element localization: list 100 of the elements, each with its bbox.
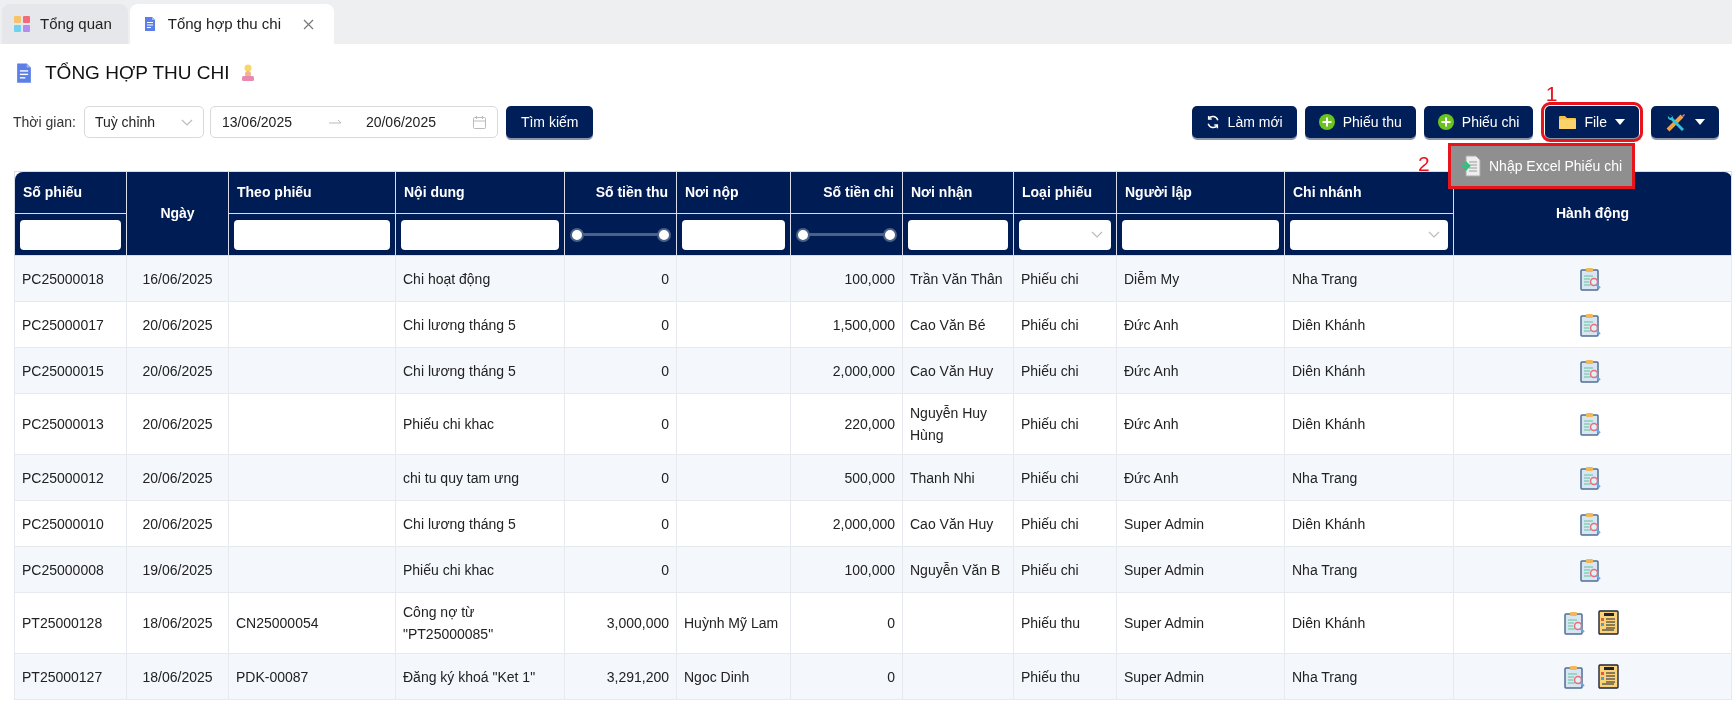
- table-cell: Cao Văn Bé: [910, 316, 986, 333]
- tab[interactable]: Tổng hợp thu chi: [129, 4, 334, 44]
- view-button[interactable]: [1578, 412, 1603, 436]
- table-cell: Diên Khánh: [1292, 316, 1366, 333]
- table-cell: PC25000013: [22, 416, 104, 432]
- tools-button[interactable]: [1651, 106, 1719, 138]
- table-cell: Đăng ký khoá "Ket 1": [403, 668, 536, 685]
- slider-thumb[interactable]: [883, 227, 897, 242]
- chevron-down-icon: [1428, 231, 1440, 238]
- column-header: Ngày: [126, 171, 229, 256]
- table-cell: Super Admin: [1124, 515, 1205, 532]
- clipboard-search-icon: [1578, 312, 1603, 337]
- table-cell: Phiếu chi khac: [403, 416, 495, 432]
- table-cell: chi tu quy tam ưng: [403, 469, 519, 486]
- table-cell: 0: [661, 416, 669, 432]
- table-cell: Diên Khánh: [1292, 515, 1366, 532]
- view-button[interactable]: [1578, 557, 1603, 582]
- date-range-field[interactable]: 13/06/2025 20/06/2025: [209, 106, 498, 138]
- table-cell: Nguyễn Văn B: [910, 561, 1001, 578]
- table-cell: Thanh Nhi: [910, 469, 975, 486]
- period-select[interactable]: Tuỳ chỉnh: [83, 106, 204, 138]
- person-bulb-icon: [239, 64, 256, 82]
- annotation-number: 1: [1545, 81, 1558, 107]
- table-cell: PC25000017: [22, 316, 104, 333]
- search-button[interactable]: Tìm kiếm: [505, 106, 594, 138]
- filter-field[interactable]: [682, 219, 785, 250]
- table-cell: 0: [887, 668, 895, 685]
- range-slider[interactable]: [570, 227, 671, 242]
- table-cell: 20/06/2025: [142, 362, 213, 379]
- table-cell: Phiếu chi: [1021, 561, 1079, 578]
- view-button[interactable]: [1578, 511, 1603, 536]
- table-cell: Đức Anh: [1124, 362, 1179, 379]
- filter-field[interactable]: [234, 219, 390, 250]
- plus-circle-icon: [1437, 114, 1454, 130]
- table-cell: Nha Trang: [1292, 270, 1358, 287]
- table-cell: Diên Khánh: [1292, 362, 1366, 379]
- table-cell: 20/06/2025: [142, 416, 213, 432]
- table-cell: Nha Trang: [1292, 668, 1358, 685]
- caret-icon: [1695, 119, 1705, 125]
- add-button[interactable]: Phiếu chi: [1423, 106, 1534, 138]
- column-header: Số phiếu: [14, 171, 127, 214]
- info-sheet-icon: [1596, 663, 1619, 690]
- table-cell: Phiếu chi khac: [403, 561, 495, 578]
- filter-field[interactable]: [401, 219, 559, 250]
- table-cell: 20/06/2025: [142, 515, 213, 532]
- info-button[interactable]: [1596, 610, 1619, 636]
- table-cell: Ngoc Dinh: [684, 668, 750, 685]
- range-slider[interactable]: [796, 227, 897, 242]
- filter-field[interactable]: [1122, 219, 1279, 250]
- table-cell: 18/06/2025: [142, 615, 213, 631]
- slider-thumb[interactable]: [657, 227, 671, 242]
- view-button[interactable]: [1562, 611, 1587, 635]
- table-cell: Đức Anh: [1124, 416, 1179, 432]
- table-cell: Cao Văn Huy: [910, 515, 994, 532]
- table-cell: Super Admin: [1124, 615, 1205, 631]
- grid-icon: [14, 16, 30, 32]
- filter-select[interactable]: [1019, 219, 1111, 250]
- table-cell: Phiếu chi: [1021, 515, 1079, 532]
- table-cell: 0: [887, 615, 895, 631]
- table-cell: 0: [661, 316, 669, 333]
- table-cell: 0: [661, 270, 669, 287]
- table-cell: PC25000018: [22, 270, 104, 287]
- filter-field[interactable]: [908, 219, 1008, 250]
- page-title: TỔNG HỢP THU CHI: [45, 60, 230, 85]
- view-button[interactable]: [1578, 465, 1603, 490]
- table-cell: 2,000,000: [832, 362, 895, 379]
- tab[interactable]: Tổng quan: [2, 4, 128, 44]
- chevron-down-icon: [180, 118, 193, 126]
- column-header: Người lập: [1116, 171, 1285, 214]
- view-button[interactable]: [1578, 312, 1603, 337]
- table-cell: CN25000054: [236, 615, 319, 631]
- table-cell: 0: [661, 515, 669, 532]
- add-button[interactable]: Phiếu thu: [1304, 106, 1416, 138]
- filter-field[interactable]: [20, 219, 121, 250]
- table-cell: 3,000,000: [606, 615, 669, 631]
- table-cell: 3,291,200: [606, 668, 669, 685]
- table-cell: Đức Anh: [1124, 316, 1179, 333]
- table-cell: Phiếu chi: [1021, 316, 1079, 333]
- column-header: Số tiền thu: [564, 171, 677, 214]
- table-cell: Nguyễn Huy Hùng: [910, 405, 988, 443]
- table-cell: 100,000: [844, 561, 895, 578]
- table-cell: Trần Văn Thân: [910, 270, 1003, 287]
- view-button[interactable]: [1578, 358, 1603, 383]
- clipboard-search-icon: [1578, 412, 1603, 436]
- info-button[interactable]: [1596, 663, 1619, 690]
- table-cell: 19/06/2025: [142, 561, 213, 578]
- refresh-icon: [1205, 115, 1220, 129]
- table-cell: Chi lương tháng 5: [403, 515, 516, 532]
- table-cell: Diên Khánh: [1292, 416, 1366, 432]
- filter-select[interactable]: [1290, 219, 1448, 250]
- table-cell: 20/06/2025: [142, 469, 213, 486]
- calendar-icon: [472, 115, 486, 129]
- table-cell: Cao Văn Huy: [910, 362, 994, 379]
- table-cell: Công nợ từ "PT25000085": [403, 604, 494, 642]
- table-cell: Diên Khánh: [1292, 615, 1366, 631]
- table-cell: PC25000012: [22, 469, 104, 486]
- table-cell: Phiếu thu: [1021, 615, 1081, 631]
- view-button[interactable]: [1578, 266, 1603, 291]
- refresh-button[interactable]: Làm mới: [1191, 106, 1297, 138]
- view-button[interactable]: [1562, 664, 1587, 689]
